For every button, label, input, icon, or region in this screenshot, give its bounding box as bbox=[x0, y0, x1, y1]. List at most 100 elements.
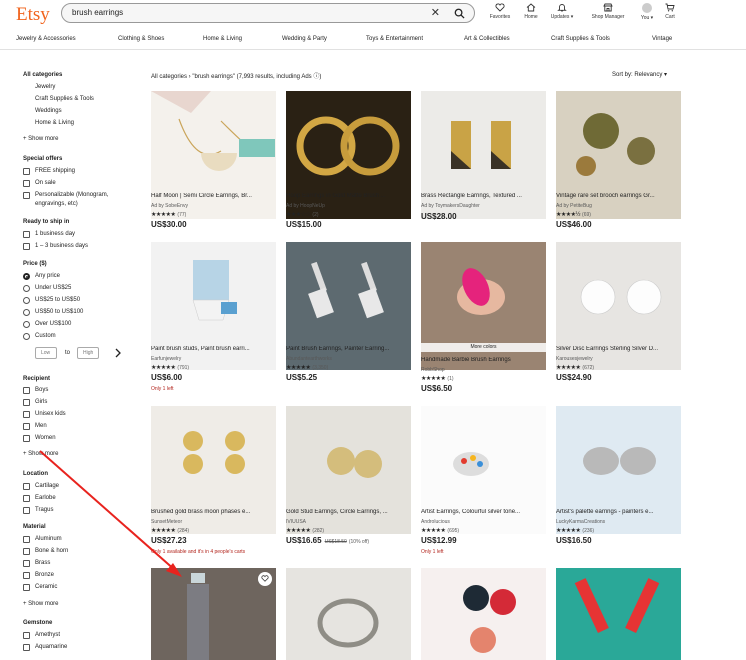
cat-jewelry-accessories[interactable]: Jewelry & Accessories bbox=[16, 36, 76, 42]
all-categories-link[interactable]: All categories bbox=[23, 72, 62, 78]
shop-name[interactable]: Karousesjewelry bbox=[556, 356, 593, 362]
ship-1-day-checkbox[interactable] bbox=[23, 231, 30, 238]
brass-checkbox[interactable] bbox=[23, 560, 30, 567]
categories-show-more[interactable]: + Show more bbox=[23, 136, 59, 142]
listing-title[interactable]: Silver Disc Earrings Sterling Silver D..… bbox=[556, 346, 681, 352]
girls-label: Girls bbox=[35, 399, 48, 405]
cat-vintage[interactable]: Vintage bbox=[652, 36, 672, 42]
25-50-radio[interactable] bbox=[23, 297, 30, 304]
cat-home-living[interactable]: Home & Living bbox=[203, 36, 242, 42]
sort-dropdown[interactable]: Sort by: Relevancy ▾ bbox=[612, 71, 667, 78]
custom-price-radio[interactable] bbox=[23, 333, 30, 340]
category-nav: Jewelry & Accessories Clothing & Shoes H… bbox=[0, 35, 746, 50]
free-shipping-checkbox[interactable] bbox=[23, 168, 30, 175]
listing-price: US$6.00 bbox=[151, 373, 183, 382]
shop-manager-nav[interactable]: Shop Manager bbox=[584, 3, 632, 20]
favorite-button[interactable] bbox=[258, 572, 272, 586]
listing-title[interactable]: Artist Earrings, Colourful silver tone..… bbox=[421, 509, 546, 515]
aquamarine-checkbox[interactable] bbox=[23, 644, 30, 651]
updates-nav[interactable]: Updates ▾ bbox=[547, 3, 577, 20]
listing-title[interactable]: Half Moon | Semi Circle Earrings, Br... bbox=[151, 193, 276, 199]
men-checkbox[interactable] bbox=[23, 423, 30, 430]
cat-craft-supplies[interactable]: Craft Supplies & Tools bbox=[551, 36, 610, 42]
listing-title[interactable]: Hoop Earrings in Gold Matte Brush ... bbox=[286, 193, 411, 199]
product-image[interactable] bbox=[151, 568, 276, 660]
listing-title[interactable]: Paint Brush Earrings, Painter Earring... bbox=[286, 346, 411, 352]
50-100-radio[interactable] bbox=[23, 309, 30, 316]
shop-name[interactable]: Earfunjewelry bbox=[151, 356, 181, 362]
search-bar[interactable]: brush earrings ✕ bbox=[61, 3, 475, 23]
tragus-checkbox[interactable] bbox=[23, 507, 30, 514]
price-low-input[interactable]: Low bbox=[35, 347, 57, 359]
shop-name[interactable]: IVIUUSA bbox=[286, 519, 306, 525]
favorites-nav[interactable]: Favorites bbox=[486, 3, 514, 20]
bronze-checkbox[interactable] bbox=[23, 572, 30, 579]
cat-filter-craft[interactable]: Craft Supplies & Tools bbox=[35, 96, 94, 102]
product-image[interactable] bbox=[421, 568, 546, 660]
product-image[interactable] bbox=[421, 91, 546, 219]
amethyst-checkbox[interactable] bbox=[23, 632, 30, 639]
cat-clothing-shoes[interactable]: Clothing & Shoes bbox=[118, 36, 164, 42]
listing-title[interactable]: Paint brush studs, Paint brush earri... bbox=[151, 346, 276, 352]
product-image[interactable] bbox=[151, 91, 276, 219]
cat-toys-entertainment[interactable]: Toys & Entertainment bbox=[366, 36, 423, 42]
material-show-more[interactable]: + Show more bbox=[23, 601, 59, 607]
price-high-input[interactable]: High bbox=[77, 347, 99, 359]
clear-search-icon[interactable]: ✕ bbox=[431, 6, 440, 19]
product-image[interactable] bbox=[556, 568, 681, 660]
listing-price: US$24.90 bbox=[556, 373, 592, 382]
cart-nav[interactable]: Cart bbox=[660, 3, 680, 20]
shop-name[interactable]: Ad by ToymakersDaughter bbox=[421, 203, 480, 209]
shop-icon bbox=[603, 3, 613, 12]
rating-stars: ★★★☆☆ (2) bbox=[286, 212, 319, 218]
unisex-kids-checkbox[interactable] bbox=[23, 411, 30, 418]
on-sale-checkbox[interactable] bbox=[23, 180, 30, 187]
cat-filter-weddings[interactable]: Weddings bbox=[35, 108, 62, 114]
ship-1-3-days-checkbox[interactable] bbox=[23, 243, 30, 250]
aluminum-checkbox[interactable] bbox=[23, 536, 30, 543]
cat-filter-jewelry[interactable]: Jewelry bbox=[35, 84, 55, 90]
over-100-radio[interactable] bbox=[23, 321, 30, 328]
bone-horn-checkbox[interactable] bbox=[23, 548, 30, 555]
listing-title[interactable]: Handmade Barbie Brush Earrings bbox=[421, 357, 546, 363]
product-image[interactable] bbox=[286, 91, 411, 219]
shop-name[interactable]: Ad by HoopNeUp bbox=[286, 203, 325, 209]
listing-title[interactable]: Brass Rectangle Earrings, Textured ... bbox=[421, 193, 546, 199]
shop-name[interactable]: LuckyKarmaCreations bbox=[556, 519, 605, 525]
any-price-radio[interactable] bbox=[23, 273, 30, 280]
etsy-logo[interactable]: Etsy bbox=[16, 4, 50, 26]
shop-name[interactable]: Ad by PetiteBug bbox=[556, 203, 592, 209]
boys-checkbox[interactable] bbox=[23, 387, 30, 394]
product-image[interactable] bbox=[556, 91, 681, 219]
recipient-show-more[interactable]: + Show more bbox=[23, 451, 59, 457]
ceramic-checkbox[interactable] bbox=[23, 584, 30, 591]
search-icon[interactable] bbox=[454, 8, 465, 19]
cartilage-checkbox[interactable] bbox=[23, 483, 30, 490]
girls-checkbox[interactable] bbox=[23, 399, 30, 406]
search-input[interactable]: brush earrings bbox=[72, 8, 123, 17]
shop-name[interactable]: RobbShop bbox=[421, 367, 445, 373]
listing-title[interactable]: Brushed gold brass moon phases e... bbox=[151, 509, 276, 515]
shop-name[interactable]: Abundantearthworks bbox=[286, 356, 332, 362]
under-25-radio[interactable] bbox=[23, 285, 30, 292]
stock-note: Only 1 available and it's in 4 people's … bbox=[151, 549, 246, 555]
personalizable-checkbox[interactable] bbox=[23, 192, 30, 199]
personalizable-label: Personalizable (Monogram, bbox=[35, 192, 109, 198]
you-nav[interactable]: You ▾ bbox=[636, 3, 658, 21]
home-nav[interactable]: Home bbox=[520, 3, 542, 20]
rating-stars: ★★★★★ (3,350) bbox=[286, 365, 329, 371]
product-image[interactable] bbox=[286, 568, 411, 660]
listing-title[interactable]: Artist's palette earrings - painters e..… bbox=[556, 509, 681, 515]
shop-name[interactable]: Ad by SobeEnvy bbox=[151, 203, 188, 209]
cat-art-collectibles[interactable]: Art & Collectibles bbox=[464, 36, 510, 42]
price-submit-chevron-icon[interactable] bbox=[114, 348, 122, 358]
cat-filter-home[interactable]: Home & Living bbox=[35, 120, 74, 126]
earlobe-checkbox[interactable] bbox=[23, 495, 30, 502]
listing-title[interactable]: Vintage rare set brooch earrings Gr... bbox=[556, 193, 681, 199]
listing-title[interactable]: Gold Stud Earrings, Circle Earrings, ... bbox=[286, 509, 411, 515]
women-checkbox[interactable] bbox=[23, 435, 30, 442]
shop-name[interactable]: Androlucious bbox=[421, 519, 450, 525]
shop-name[interactable]: SunsetMeteor bbox=[151, 519, 182, 525]
cat-wedding-party[interactable]: Wedding & Party bbox=[282, 36, 327, 42]
listing-price: US$46.00 bbox=[556, 220, 592, 229]
